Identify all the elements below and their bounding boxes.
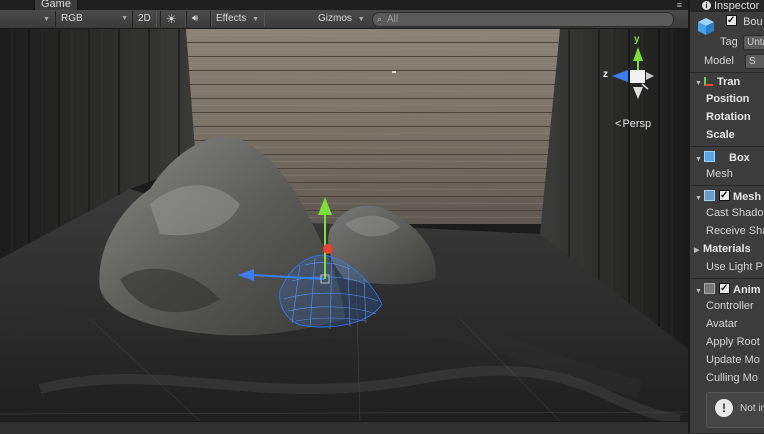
render-mode-dropdown[interactable]: RGB ▼ [55, 11, 133, 27]
fold-arrow-icon: ▼ [695, 288, 702, 295]
transform-title: Tran [717, 76, 741, 88]
scene-status-strip [0, 421, 688, 434]
scene-toolbar: ▼ RGB ▼ 2D ☀ 🔊︎ Effects ▼ Gizmos ▼ ⌕ All [0, 10, 688, 29]
info-icon: i [702, 1, 711, 10]
materials-label: Materials [703, 243, 751, 255]
render-mode-label: RGB [61, 13, 83, 24]
object-active-row: Bou [726, 13, 764, 31]
gizmos-dropdown[interactable]: Gizmos ▼ [318, 11, 365, 27]
rotation-label: Rotation [706, 111, 751, 123]
mesh-renderer-icon [704, 190, 715, 201]
panel-menu-icon[interactable]: ≡ [677, 1, 682, 10]
tag-label: Tag [720, 36, 738, 48]
projection-toggle[interactable]: <Persp [615, 118, 651, 130]
gizmo-y-label: y [634, 34, 640, 45]
chevron-down-icon: ▼ [252, 16, 260, 23]
inspector-panel: iInspector Bou Tag Unta Model S ▼ Tran Po… [688, 0, 764, 433]
culling-mode-label: Culling Mo [706, 372, 758, 384]
mesh-label: Mesh [706, 168, 733, 180]
chevron-down-icon: ▼ [357, 16, 365, 23]
scene-viewport[interactable]: y z <Persp [0, 29, 688, 421]
scale-label: Scale [706, 129, 735, 141]
transform-icon [704, 77, 713, 86]
divider [690, 185, 764, 186]
materials-foldout[interactable]: ▶ Materials [694, 240, 764, 258]
scene-panel: Game ≡ ▼ RGB ▼ 2D ☀ 🔊︎ Effects ▼ Gizmos … [0, 0, 688, 434]
speaker-icon: 🔊︎ [192, 13, 199, 24]
model-label: Model [704, 55, 734, 67]
tab-game-label: Game [41, 0, 71, 10]
object-active-checkbox[interactable] [726, 13, 737, 30]
tag-dropdown[interactable]: Unta [743, 35, 764, 50]
controller-label: Controller [706, 300, 754, 312]
fold-arrow-icon: ▼ [695, 195, 702, 202]
audio-toggle[interactable]: 🔊︎ [186, 11, 212, 27]
draw-mode-dropdown[interactable]: ▼ [40, 11, 50, 27]
chevron-down-icon: ▼ [43, 16, 50, 23]
chevron-down-icon: ▼ [121, 15, 128, 22]
model-select-button[interactable]: S [745, 54, 764, 69]
tab-inspector-label: Inspector [714, 0, 760, 12]
avatar-label: Avatar [706, 318, 738, 330]
use-light-probes-label: Use Light P [706, 261, 763, 273]
notice-text: Not in [740, 403, 764, 414]
persp-label: Persp [622, 118, 652, 130]
search-placeholder: All [387, 14, 399, 25]
info-notice-box: ! Not in [706, 392, 764, 428]
apply-root-motion-label: Apply Root [706, 336, 760, 348]
divider [690, 278, 764, 279]
gizmo-z-label: z [603, 69, 608, 80]
effects-dropdown[interactable]: Effects ▼ [210, 11, 266, 27]
position-label: Position [706, 93, 750, 105]
divider [690, 146, 764, 147]
receive-shadows-label: Receive Sha [706, 225, 764, 237]
animator-icon [704, 283, 715, 294]
sun-icon: ☀ [166, 12, 177, 26]
animator-enabled-checkbox[interactable] [719, 281, 730, 298]
search-icon: ⌕ [377, 14, 383, 24]
object-name-field[interactable]: Bou [743, 16, 763, 28]
exclamation-icon: ! [715, 399, 733, 417]
update-mode-label: Update Mo [706, 354, 760, 366]
mesh-filter-title: Box [729, 152, 750, 164]
lighting-toggle[interactable]: ☀ [160, 11, 186, 27]
scene-search-input[interactable]: ⌕ All [372, 12, 674, 27]
gizmos-label: Gizmos [318, 13, 352, 24]
effects-label: Effects [216, 13, 247, 24]
scene-render [0, 29, 688, 421]
toggle-2d-label: 2D [138, 13, 151, 24]
toggle-2d-button[interactable]: 2D [132, 11, 157, 27]
cast-shadows-label: Cast Shado [706, 207, 764, 219]
scene-light-marker [392, 71, 396, 73]
mesh-renderer-enabled-checkbox[interactable] [719, 188, 730, 205]
tab-bar: Game ≡ [0, 0, 688, 11]
fold-arrow-icon: ▼ [695, 156, 702, 163]
animator-title: Anim [733, 284, 761, 296]
persp-arrow-icon: < [615, 118, 622, 130]
cube-icon [698, 18, 714, 35]
mesh-filter-icon [704, 151, 715, 162]
transform-header[interactable]: ▼ Tran [690, 73, 764, 91]
mesh-renderer-title: Mesh [733, 191, 762, 203]
fold-arrow-right-icon: ▶ [694, 247, 700, 254]
fold-arrow-icon: ▼ [695, 80, 702, 87]
tab-inspector[interactable]: i Inspector [690, 0, 764, 12]
